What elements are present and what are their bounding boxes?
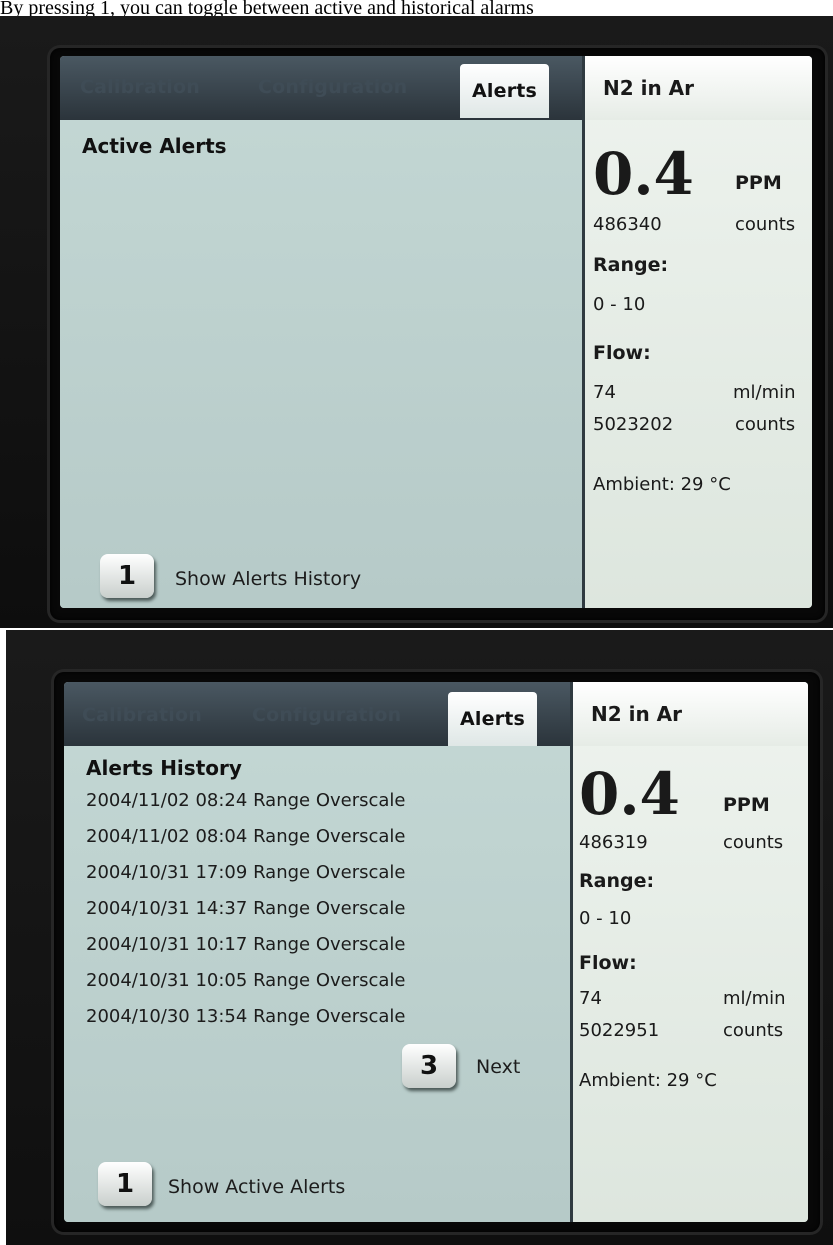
flow-counts: 5022951	[579, 1020, 660, 1041]
history-row: 2004/11/02 08:04 Range Overscale	[86, 826, 406, 847]
next-label: Next	[476, 1056, 521, 1078]
flow-unit: ml/min	[723, 988, 786, 1009]
ambient-temperature: Ambient: 29 °C	[593, 474, 731, 495]
range-value: 0 - 10	[593, 294, 646, 315]
active-alerts-heading: Active Alerts	[82, 134, 227, 158]
alerts-panel: Active Alerts 1 Show Alerts History	[60, 120, 582, 608]
gas-label: N2 in Ar	[585, 56, 812, 120]
key-1-button[interactable]: 1	[100, 554, 154, 598]
flow-counts-label: counts	[735, 414, 796, 435]
history-row: 2004/10/31 14:37 Range Overscale	[86, 898, 406, 919]
display-screen: Calibration Configuration Alerts Active …	[60, 56, 812, 608]
reading-counts: 486340	[593, 214, 662, 235]
reading-value: 0.4	[593, 140, 694, 208]
alerts-history-heading: Alerts History	[86, 756, 242, 780]
range-value: 0 - 10	[579, 908, 632, 929]
caption-text: By pressing 1, you can toggle between ac…	[0, 0, 833, 16]
flow-value: 74	[579, 988, 602, 1009]
key-3-button[interactable]: 3	[402, 1044, 456, 1088]
reading-unit: PPM	[735, 172, 782, 194]
tab-alerts[interactable]: Alerts	[448, 692, 538, 746]
tab-calibration[interactable]: Calibration	[82, 704, 202, 726]
history-row: 2004/11/02 08:24 Range Overscale	[86, 790, 406, 811]
gas-label: N2 in Ar	[573, 682, 808, 746]
reading-counts: 486319	[579, 832, 648, 853]
alerts-panel: Alerts History 2004/11/02 08:24 Range Ov…	[64, 746, 570, 1222]
tab-calibration[interactable]: Calibration	[80, 76, 200, 98]
history-row: 2004/10/31 10:17 Range Overscale	[86, 934, 406, 955]
show-active-alerts-label: Show Active Alerts	[168, 1176, 346, 1198]
ambient-temperature: Ambient: 29 °C	[579, 1070, 717, 1091]
show-alerts-history-label: Show Alerts History	[175, 568, 362, 590]
display-screen: Calibration Configuration Alerts Alerts …	[64, 682, 808, 1222]
flow-value: 74	[593, 382, 616, 403]
key-1-button[interactable]: 1	[98, 1162, 152, 1206]
range-label: Range:	[593, 254, 669, 276]
history-row: 2004/10/30 13:54 Range Overscale	[86, 1006, 406, 1027]
flow-counts-label: counts	[723, 1020, 784, 1041]
flow-counts: 5023202	[593, 414, 674, 435]
flow-label: Flow:	[579, 952, 637, 974]
tab-configuration[interactable]: Configuration	[252, 704, 401, 726]
history-row: 2004/10/31 10:05 Range Overscale	[86, 970, 406, 991]
measurement-sidebar: N2 in Ar 0.4 PPM 486319 counts Range: 0 …	[570, 682, 808, 1222]
photo-alerts-history: Calibration Configuration Alerts Alerts …	[6, 630, 833, 1245]
history-row: 2004/10/31 17:09 Range Overscale	[86, 862, 406, 883]
flow-label: Flow:	[593, 342, 651, 364]
tab-configuration[interactable]: Configuration	[258, 76, 407, 98]
photo-active-alerts: Calibration Configuration Alerts Active …	[0, 16, 833, 628]
flow-unit: ml/min	[733, 382, 796, 403]
reading-value: 0.4	[579, 760, 680, 828]
tab-alerts[interactable]: Alerts	[460, 64, 550, 118]
measurement-sidebar: N2 in Ar 0.4 PPM 486340 counts Range: 0 …	[582, 56, 812, 608]
reading-counts-label: counts	[735, 214, 796, 235]
reading-counts-label: counts	[723, 832, 784, 853]
reading-unit: PPM	[723, 794, 770, 816]
range-label: Range:	[579, 870, 655, 892]
